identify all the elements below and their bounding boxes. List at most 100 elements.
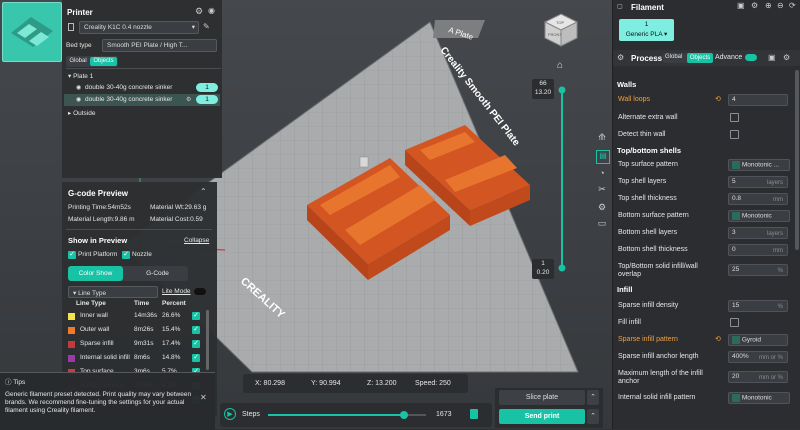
print-platform-checkbox[interactable]: ✓ (68, 251, 76, 259)
object-plate-badge[interactable]: 1 (196, 95, 218, 104)
eye-icon[interactable]: ◉ (76, 96, 81, 103)
remove-filament-icon[interactable]: ⊖ (777, 1, 784, 10)
bottom-shell-layers-input[interactable]: 3 layers (728, 227, 788, 239)
legend-visible-checkbox[interactable]: ✓ (192, 354, 200, 362)
steps-cube-icon[interactable] (470, 409, 478, 419)
lite-mode-toggle[interactable] (194, 288, 206, 295)
bottom-surface-pattern-select[interactable]: Monotonic (728, 210, 790, 222)
play-icon[interactable]: ▶ (224, 408, 236, 420)
bed-type-value: Smooth PEI Plate / High T... (107, 42, 188, 49)
line-type-select[interactable]: ▾ Line Type (68, 286, 158, 298)
internal-solid-pattern-label: Internal solid infill pattern (618, 394, 696, 401)
process-tab-global[interactable]: Global (665, 54, 682, 60)
printer-select[interactable]: Creality K1C 0.4 nozzle ▾ (79, 21, 199, 34)
arrange-icon[interactable]: ⟰ (596, 132, 608, 144)
layer-slider-bottom-handle (558, 264, 566, 272)
speed-icon[interactable]: ◔ (596, 168, 608, 180)
bottom-shell-thickness-input[interactable]: 0 mm (728, 244, 788, 256)
top-shell-layers-label: Top shell layers (618, 178, 667, 185)
top-shell-thickness-input[interactable]: 0.8 mm (728, 193, 788, 205)
filament-settings-icon[interactable]: ⚙ (751, 1, 758, 10)
add-filament-icon[interactable]: ⊕ (765, 1, 772, 10)
legend-visible-checkbox[interactable]: ✓ (192, 340, 200, 348)
steps-slider-handle[interactable] (399, 411, 408, 419)
internal-solid-pattern-row: Internal solid infill pattern Monotonic (613, 390, 799, 407)
settings-icon[interactable]: ⚙ (596, 202, 608, 214)
topbottom-overlap-row: Top/Bottom solid infill/wall overlap 25% (613, 259, 799, 281)
printer-icon (68, 23, 74, 31)
detect-thin-wall-checkbox[interactable] (730, 130, 739, 139)
printer-edit-icon[interactable]: ✎ (203, 22, 210, 31)
reset-icon[interactable]: ⟲ (715, 335, 721, 343)
material-weight: Material Wt:29.63 g (150, 204, 207, 211)
bed-type-select[interactable]: Smooth PEI Plate / High T... (102, 39, 217, 52)
tab-global[interactable]: Global (67, 57, 89, 66)
tree-object-row[interactable]: ◉ double 30-40g concrete sinker 1 (64, 82, 220, 94)
legend-scrollbar[interactable] (206, 310, 209, 370)
steps-slider[interactable] (268, 411, 426, 419)
collapse-chevron-icon[interactable]: ⌃ (200, 187, 207, 196)
slice-plate-button[interactable]: Slice plate (499, 390, 585, 405)
pattern-swatch-icon (732, 161, 740, 169)
plate-thumbnail[interactable] (2, 2, 62, 62)
print-platform-label: Print Platform (78, 251, 118, 258)
process-save-icon[interactable]: ▣ (768, 53, 776, 62)
advance-toggle[interactable] (745, 54, 757, 61)
collapse-link[interactable]: Collapse (184, 237, 209, 244)
tab-gcode[interactable]: G-Code (130, 266, 185, 281)
object-plate-badge[interactable]: 1 (196, 83, 218, 92)
process-tab-objects[interactable]: Objects (687, 53, 713, 63)
filament-menu-icon[interactable]: ▣ (737, 1, 745, 10)
anchor-length-input[interactable]: 400% mm or % (728, 351, 788, 363)
measure-icon[interactable]: ▭ (596, 218, 608, 230)
anchor-max-input[interactable]: 20 mm or % (728, 371, 788, 383)
process-settings-list[interactable]: Walls Wall loops ⟲ 4 Alternate extra wal… (613, 70, 799, 429)
lite-mode-label: Lite Mode (162, 288, 191, 295)
nozzle-checkbox[interactable]: ✓ (122, 251, 130, 259)
col-time: Time (134, 300, 150, 307)
tab-objects[interactable]: Objects (90, 57, 117, 66)
wall-loops-row: Wall loops ⟲ 4 (613, 92, 799, 109)
topbottom-overlap-input[interactable]: 25% (728, 264, 788, 276)
tree-plate[interactable]: ▾ Plate 1 (68, 72, 93, 80)
top-surface-pattern-select[interactable]: Monotonic ... (728, 159, 790, 171)
home-icon[interactable]: ⌂ (557, 60, 569, 72)
printer-panel: Printer ⚙ ◉ Creality K1C 0.4 nozzle ▾ ✎ … (62, 0, 222, 178)
sync-icon[interactable]: ⟳ (789, 1, 796, 10)
internal-solid-pattern-select[interactable]: Monotonic (728, 392, 790, 404)
tree-object-row-selected[interactable]: ◉ double 30-40g concrete sinker ⚙ 1 (64, 94, 220, 106)
settings-scrollbar[interactable] (795, 70, 799, 250)
reset-icon[interactable]: ⟲ (715, 95, 721, 103)
process-reset-icon[interactable]: ⚙ (783, 53, 790, 62)
wall-loops-input[interactable]: 4 (728, 94, 788, 106)
printer-settings-icon[interactable]: ⚙ (195, 6, 203, 17)
line-type-select-value: Line Type (78, 290, 107, 297)
sparse-pattern-row: Sparse infill pattern ⟲ Gyroid (613, 332, 799, 349)
tree-outside[interactable]: ▸ Outside (68, 109, 95, 117)
coord-z: Z: 13.200 (367, 380, 397, 387)
eye-icon[interactable]: ◉ (76, 84, 81, 91)
sparse-pattern-select[interactable]: Gyroid (728, 334, 788, 346)
wall-loops-label: Wall loops (618, 96, 651, 103)
alternate-extra-wall-row: Alternate extra wall (613, 110, 799, 127)
sparse-density-input[interactable]: 15% (728, 300, 788, 312)
filament-slot[interactable]: 1 Generic PLA ▾ (619, 19, 674, 41)
top-shell-layers-input[interactable]: 5 layers (728, 176, 788, 188)
tab-color-show[interactable]: Color Show (68, 266, 123, 281)
object-settings-icon[interactable]: ⚙ (186, 96, 191, 103)
legend-visible-checkbox[interactable]: ✓ (192, 326, 200, 334)
wifi-icon[interactable]: ◉ (208, 6, 215, 15)
settings-panel: ▢ Filament ▣ ⚙ ⊕ ⊖ ⟳ 1 Generic PLA ▾ ⚙ Pr… (612, 0, 800, 429)
slice-dropdown-chevron-icon[interactable]: ⌃ (587, 390, 599, 405)
view-cube[interactable]: TOP FRONT (543, 12, 579, 48)
close-icon[interactable]: ✕ (200, 393, 207, 402)
cut-icon[interactable]: ✂ (596, 184, 608, 196)
layers-icon[interactable]: ▤ (596, 150, 610, 164)
alternate-extra-wall-checkbox[interactable] (730, 113, 739, 122)
infill-section-title: Infill (617, 285, 633, 294)
send-dropdown-chevron-icon[interactable]: ⌃ (587, 409, 599, 424)
fill-infill-checkbox[interactable] (730, 318, 739, 327)
send-print-button[interactable]: Send print (499, 409, 585, 424)
col-line-type: Line Type (76, 300, 106, 307)
legend-visible-checkbox[interactable]: ✓ (192, 312, 200, 320)
